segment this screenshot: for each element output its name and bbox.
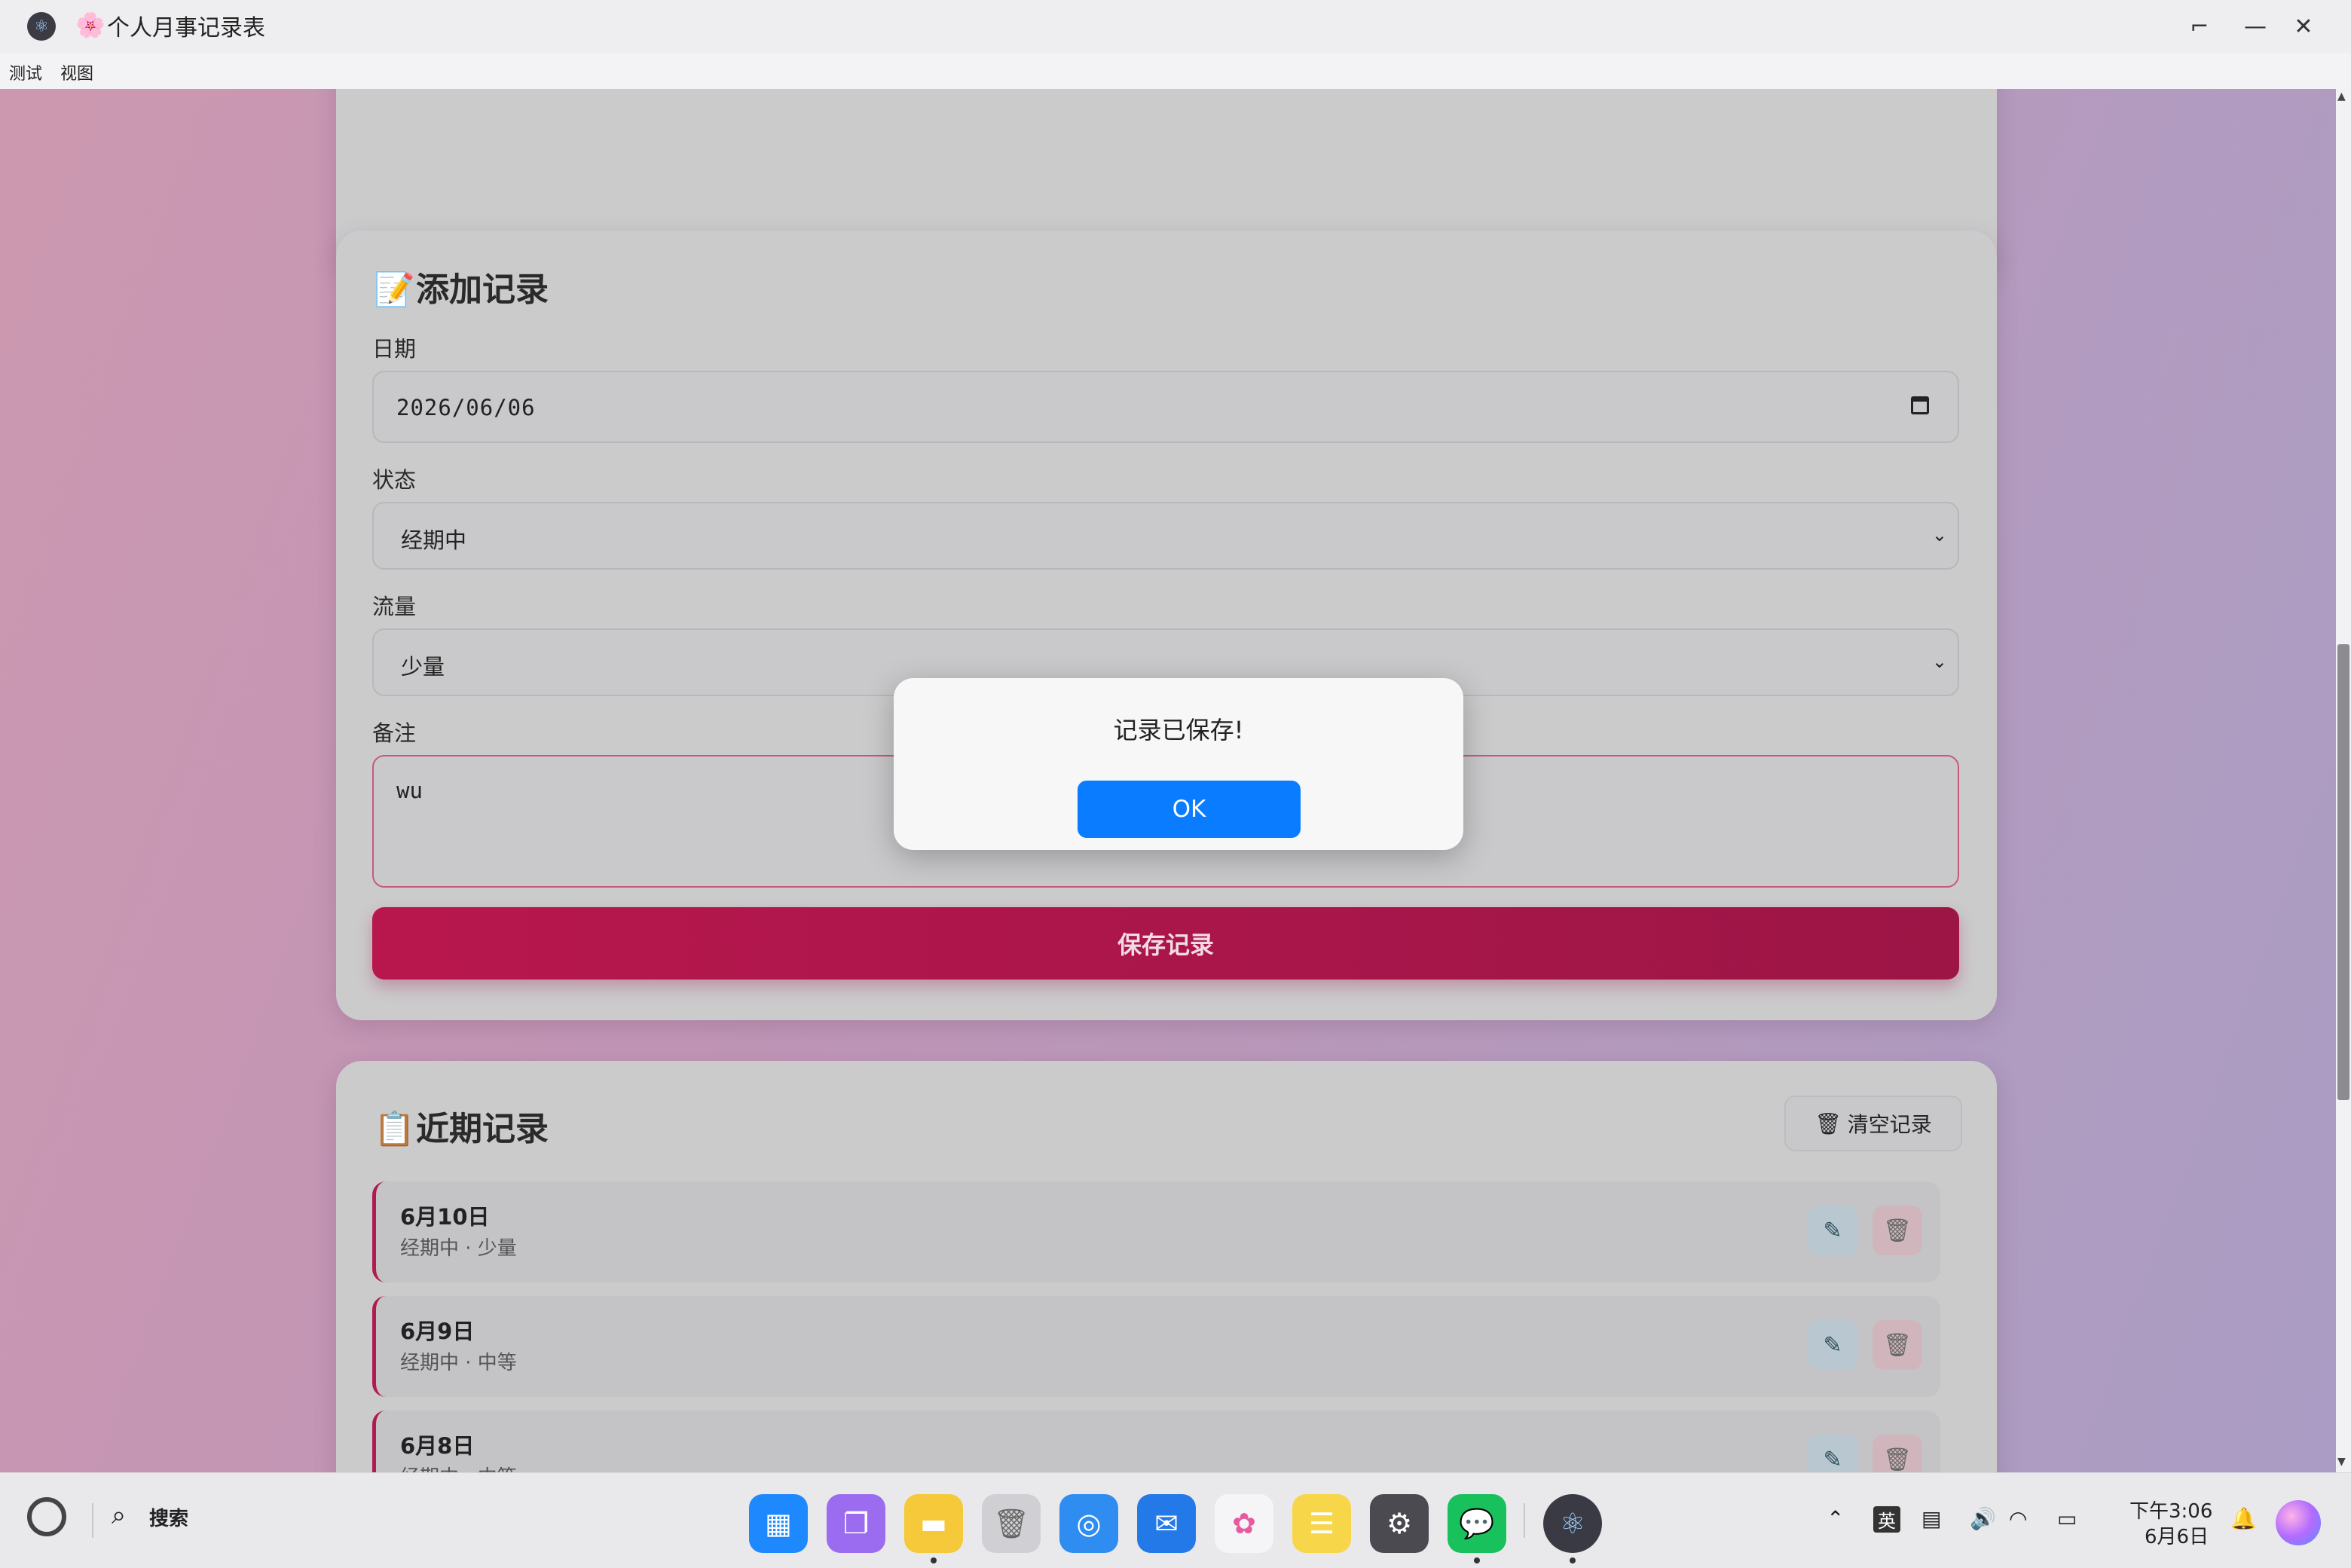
clear-records-label: 清空记录 xyxy=(1847,1112,1932,1137)
memo-icon: 📝 xyxy=(374,271,415,309)
edit-record-button[interactable]: ✎ xyxy=(1808,1320,1857,1370)
scroll-down-icon[interactable]: ▼ xyxy=(2337,1456,2346,1468)
battery-icon[interactable]: ▭ xyxy=(2057,1506,2077,1531)
recent-records-heading: 近期记录 xyxy=(416,1110,549,1148)
multitask-icon[interactable]: ❐ xyxy=(827,1494,885,1553)
settings-icon[interactable]: ⚙ xyxy=(1370,1494,1429,1553)
recent-records-card: 📋近期记录 🗑 清空记录 6月10日 经期中 · 少量 ✎ 🗑 6月9日 经期中 … xyxy=(336,1061,1997,1472)
notes-value: wu xyxy=(396,778,423,803)
clock-date[interactable]: 6月6日 xyxy=(2145,1521,2209,1549)
close-button[interactable]: ✕ xyxy=(2283,6,2324,47)
pencil-icon: ✎ xyxy=(1823,1217,1842,1244)
record-summary: 经期中 · 中等 xyxy=(400,1462,517,1472)
flow-value: 少量 xyxy=(401,654,445,680)
trash-icon[interactable]: 🗑 xyxy=(982,1494,1041,1553)
record-item: 6月8日 经期中 · 中等 ✎ 🗑 xyxy=(372,1411,1940,1472)
date-value: 2026/06/06 xyxy=(396,395,536,420)
add-record-heading: 添加记录 xyxy=(416,271,549,309)
wifi-icon[interactable]: ◠ xyxy=(2009,1506,2027,1531)
launcher-icon[interactable]: ▦ xyxy=(749,1494,808,1553)
electron-app-icon[interactable]: ⚛ xyxy=(1543,1494,1602,1553)
record-date: 6月8日 xyxy=(400,1433,475,1459)
notes-label: 备注 xyxy=(372,720,417,746)
trash-icon: 🗑 xyxy=(1882,1331,1912,1359)
title-bar: ⚛ 🌸 个人月事记录表 ⌐ — ✕ xyxy=(0,0,2351,53)
window-scrollbar-thumb[interactable] xyxy=(2337,644,2349,1100)
restore-button[interactable]: ⌐ xyxy=(2179,6,2220,47)
ime-indicator[interactable]: 英 xyxy=(1873,1506,1900,1533)
notification-bell-icon[interactable]: 🔔 xyxy=(2230,1506,2257,1531)
assistant-orb-icon[interactable] xyxy=(2276,1500,2321,1545)
tray-expand-icon[interactable]: ⌃ xyxy=(1827,1506,1844,1531)
trash-icon: 🗑 xyxy=(1882,1446,1912,1473)
running-indicator xyxy=(1474,1557,1480,1563)
alert-message: 记录已保存! xyxy=(1113,716,1244,744)
record-date: 6月10日 xyxy=(400,1204,490,1230)
clipboard-icon: 📋 xyxy=(374,1110,415,1148)
taskbar: ⌕ 搜索 ▦ ❐ ▬ 🗑 ◎ ✉ ✿ ☰ ⚙ 💬 ⚛ ⌃ 英 ▤ 🔊 ◠ ▭ 下… xyxy=(0,1472,2351,1568)
pencil-icon: ✎ xyxy=(1823,1331,1842,1359)
save-record-button[interactable]: 保存记录 xyxy=(372,907,1959,980)
date-input[interactable]: 2026/06/06 xyxy=(372,371,1959,443)
status-label: 状态 xyxy=(372,467,417,493)
chevron-down-icon: ⌄ xyxy=(1931,524,1947,546)
record-summary: 经期中 · 少量 xyxy=(400,1237,517,1260)
calendar-icon[interactable] xyxy=(1911,396,1929,414)
app-icon: ⚛ xyxy=(27,12,56,41)
main-content: 📝添加记录 日期 2026/06/06 状态 经期中 ⌄ 流量 少量 ⌄ 备注 … xyxy=(0,89,2336,1472)
record-item: 6月9日 经期中 · 中等 ✎ 🗑 xyxy=(372,1296,1940,1397)
record-item: 6月10日 经期中 · 少量 ✎ 🗑 xyxy=(372,1181,1940,1282)
chevron-down-icon: ⌄ xyxy=(1931,651,1947,672)
status-select[interactable]: 经期中 ⌄ xyxy=(372,502,1959,570)
notes-icon[interactable]: ☰ xyxy=(1292,1494,1351,1553)
add-record-title: 📝添加记录 xyxy=(374,262,549,310)
files-icon[interactable]: ▬ xyxy=(904,1494,963,1553)
add-record-card: 📝添加记录 日期 2026/06/06 状态 经期中 ⌄ 流量 少量 ⌄ 备注 … xyxy=(336,231,1997,1020)
trash-icon: 🗑 xyxy=(1814,1111,1842,1136)
delete-record-button[interactable]: 🗑 xyxy=(1873,1206,1922,1255)
edit-record-button[interactable]: ✎ xyxy=(1808,1206,1857,1255)
alert-dialog: 记录已保存! OK xyxy=(894,678,1463,850)
clipboard-tray-icon[interactable]: ▤ xyxy=(1921,1506,1941,1531)
menu-view[interactable]: 视图 xyxy=(60,60,93,84)
clock-time[interactable]: 下午3:06 xyxy=(2129,1496,2212,1524)
volume-icon[interactable]: 🔊 xyxy=(1970,1506,1996,1531)
wechat-icon[interactable]: 💬 xyxy=(1448,1494,1506,1553)
menu-test[interactable]: 测试 xyxy=(9,60,42,84)
recent-records-title: 📋近期记录 xyxy=(374,1102,549,1150)
taskbar-search[interactable]: 搜索 xyxy=(149,1503,188,1531)
flow-label: 流量 xyxy=(372,594,417,619)
delete-record-button[interactable]: 🗑 xyxy=(1873,1435,1922,1472)
ok-button[interactable]: OK xyxy=(1078,781,1301,838)
start-button[interactable] xyxy=(27,1497,66,1536)
menu-bar: 测试 视图 xyxy=(0,53,2351,90)
taskbar-divider xyxy=(92,1503,93,1538)
status-value: 经期中 xyxy=(401,527,467,553)
title-emoji: 🌸 xyxy=(75,11,105,39)
window-title: 个人月事记录表 xyxy=(107,15,265,41)
mail-icon[interactable]: ✉ xyxy=(1137,1494,1196,1553)
photos-icon[interactable]: ✿ xyxy=(1215,1494,1273,1553)
trash-icon: 🗑 xyxy=(1882,1217,1912,1244)
clear-records-button[interactable]: 🗑 清空记录 xyxy=(1784,1096,1962,1151)
dock-divider xyxy=(1524,1503,1525,1538)
running-indicator xyxy=(1570,1557,1576,1563)
delete-record-button[interactable]: 🗑 xyxy=(1873,1320,1922,1370)
pencil-icon: ✎ xyxy=(1823,1446,1842,1473)
record-date: 6月9日 xyxy=(400,1319,475,1344)
browser-icon[interactable]: ◎ xyxy=(1059,1494,1118,1553)
records-list: 6月10日 经期中 · 少量 ✎ 🗑 6月9日 经期中 · 中等 ✎ 🗑 6月8… xyxy=(372,1181,1955,1472)
scroll-up-icon[interactable]: ▲ xyxy=(2337,90,2346,102)
record-summary: 经期中 · 中等 xyxy=(400,1352,517,1374)
edit-record-button[interactable]: ✎ xyxy=(1808,1435,1857,1472)
running-indicator xyxy=(931,1557,937,1563)
minimize-button[interactable]: — xyxy=(2235,6,2276,47)
search-icon[interactable]: ⌕ xyxy=(112,1500,126,1530)
date-label: 日期 xyxy=(372,336,417,362)
